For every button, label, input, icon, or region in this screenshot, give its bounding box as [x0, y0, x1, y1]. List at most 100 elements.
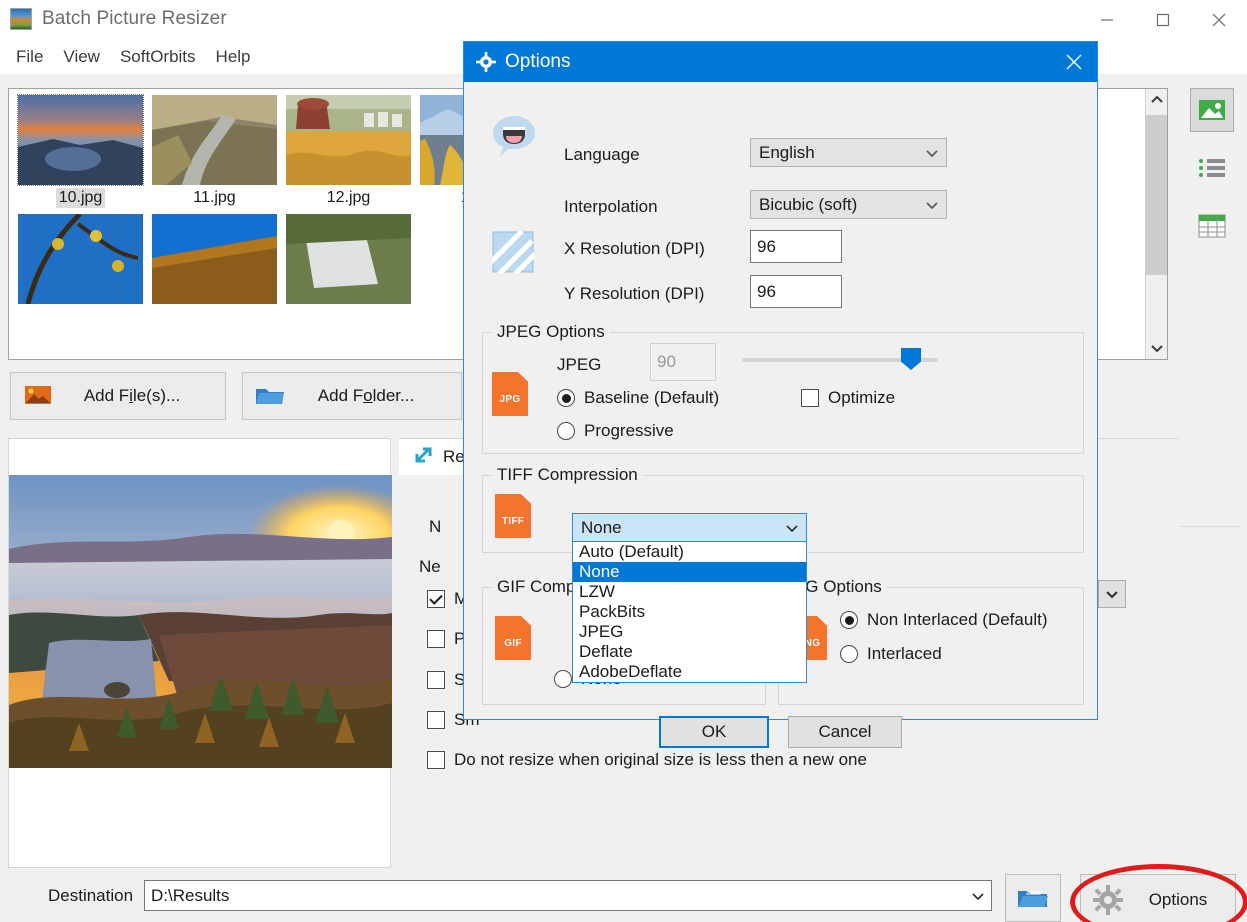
options-button-label: Options: [1135, 890, 1235, 910]
application-window: Batch Picture Resizer File View SoftOrbi…: [0, 0, 1247, 922]
options-button[interactable]: Options: [1080, 874, 1236, 922]
scrollbar-thumb[interactable]: [1146, 115, 1168, 275]
new-height-label: Ne: [419, 557, 441, 577]
dropdown-option[interactable]: AdobeDeflate: [573, 662, 806, 682]
resolution-icon: [492, 231, 534, 278]
tiff-compression-dropdown-list[interactable]: Auto (Default) None LZW PackBits JPEG De…: [572, 542, 807, 683]
list-item-label: 10.jpg: [56, 188, 106, 208]
interpolation-select[interactable]: Bicubic (soft): [750, 190, 947, 219]
browse-folder-button[interactable]: [1005, 874, 1061, 922]
add-files-button[interactable]: Add File(s)...: [10, 372, 226, 420]
dropdown-option[interactable]: LZW: [573, 582, 806, 602]
jpeg-optimize-checkbox[interactable]: Optimize: [801, 388, 895, 408]
dialog-title-bar: Options: [464, 42, 1097, 82]
menu-item-softorbits[interactable]: SoftOrbits: [110, 45, 206, 69]
close-icon[interactable]: [1051, 42, 1097, 82]
jpeg-group-title: JPEG Options: [492, 322, 610, 342]
jpg-icon-label: JPG: [500, 394, 521, 405]
chevron-down-icon: [1105, 589, 1119, 599]
dropdown-option[interactable]: PackBits: [573, 602, 806, 622]
radio-label: Baseline (Default): [584, 388, 719, 408]
checkbox-box: [427, 711, 445, 729]
destination-field[interactable]: [144, 880, 992, 911]
preview-image: [9, 475, 392, 768]
dropdown-option[interactable]: Deflate: [573, 642, 806, 662]
image-file-icon: [11, 386, 65, 406]
language-value: English: [751, 143, 918, 163]
png-non-interlaced-radio[interactable]: Non Interlaced (Default): [840, 610, 1047, 630]
list-item-label: 11.jpg: [190, 188, 238, 208]
jpeg-quality-label: JPEG: [557, 355, 601, 375]
dialog-body: Language English Interpolation Bicubic (…: [464, 82, 1097, 719]
add-folder-button[interactable]: Add Folder...: [242, 372, 462, 420]
jpeg-quality-input[interactable]: 90: [650, 343, 716, 381]
radio-dot: [557, 389, 575, 407]
language-select[interactable]: English: [750, 138, 947, 167]
radio-dot: [840, 611, 858, 629]
scroll-up-icon[interactable]: [1146, 89, 1168, 111]
do-not-resize-checkbox[interactable]: Do not resize when original size is less…: [427, 750, 867, 770]
list-item[interactable]: 11.jpg: [152, 95, 277, 208]
list-item[interactable]: [286, 214, 411, 304]
y-resolution-input[interactable]: 96: [750, 275, 842, 308]
gear-icon: [1081, 885, 1135, 915]
radio-dot: [557, 422, 575, 440]
radio-label: Non Interlaced (Default): [867, 610, 1047, 630]
table-icon: [1198, 214, 1226, 238]
list-item[interactable]: [152, 214, 277, 304]
dropdown-option[interactable]: JPEG: [573, 622, 806, 642]
ok-button[interactable]: OK: [659, 716, 769, 748]
tiff-selected-value: None: [573, 518, 778, 538]
scroll-down-icon[interactable]: [1146, 337, 1168, 359]
checkbox-box: [427, 630, 445, 648]
list-icon: [1198, 157, 1226, 179]
thumbnail-image: [152, 95, 277, 185]
minimize-icon[interactable]: [1079, 0, 1135, 40]
window-controls: [1079, 0, 1247, 40]
checkbox-box: [427, 590, 445, 608]
jpeg-progressive-radio[interactable]: Progressive: [557, 421, 674, 441]
dropdown-option[interactable]: Auto (Default): [573, 542, 806, 562]
chevron-down-icon: [918, 200, 946, 210]
thumbnail-view-button[interactable]: [1190, 88, 1234, 132]
open-folder-icon: [1017, 886, 1049, 910]
thumbnail-scrollbar[interactable]: [1145, 89, 1167, 359]
cancel-button[interactable]: Cancel: [788, 716, 902, 748]
checkbox-label: Optimize: [828, 388, 895, 408]
thumbnail-image: [286, 95, 411, 185]
interpolation-value: Bicubic (soft): [751, 195, 918, 215]
format-dropdown-button[interactable]: [1098, 580, 1126, 608]
new-width-label: N: [429, 517, 441, 537]
list-item[interactable]: 10.jpg: [18, 95, 143, 208]
png-interlaced-radio[interactable]: Interlaced: [840, 644, 942, 664]
language-icon: [490, 114, 538, 163]
resize-arrows-icon: [413, 445, 435, 470]
list-view-button[interactable]: [1190, 146, 1234, 190]
view-mode-toolbar: [1190, 88, 1242, 262]
menu-item-file[interactable]: File: [6, 45, 53, 69]
image-icon: [1198, 99, 1226, 121]
menu-item-help[interactable]: Help: [206, 45, 261, 69]
close-icon[interactable]: [1191, 0, 1247, 40]
interpolation-label: Interpolation: [564, 197, 658, 217]
menu-item-view[interactable]: View: [53, 45, 110, 69]
tiff-file-icon: TIFF: [495, 494, 531, 538]
details-view-button[interactable]: [1190, 204, 1234, 248]
jpeg-baseline-radio[interactable]: Baseline (Default): [557, 388, 719, 408]
language-label: Language: [564, 145, 640, 165]
dropdown-option[interactable]: None: [573, 562, 806, 582]
thumbnail-image: [18, 214, 143, 304]
x-resolution-input[interactable]: 96: [750, 230, 842, 263]
list-item[interactable]: [18, 214, 143, 304]
tiff-icon-label: TIFF: [502, 516, 524, 527]
thumbnail-image: [18, 95, 143, 185]
tiff-compression-select[interactable]: None: [572, 513, 807, 542]
checkbox-box: [801, 389, 819, 407]
chevron-down-icon[interactable]: [965, 891, 991, 901]
list-item[interactable]: 12.jpg: [286, 95, 411, 208]
gif-file-icon: GIF: [495, 616, 531, 660]
destination-input[interactable]: [145, 886, 965, 906]
folder-icon: [243, 385, 297, 407]
maximize-icon[interactable]: [1135, 0, 1191, 40]
chevron-down-icon: [778, 523, 806, 533]
